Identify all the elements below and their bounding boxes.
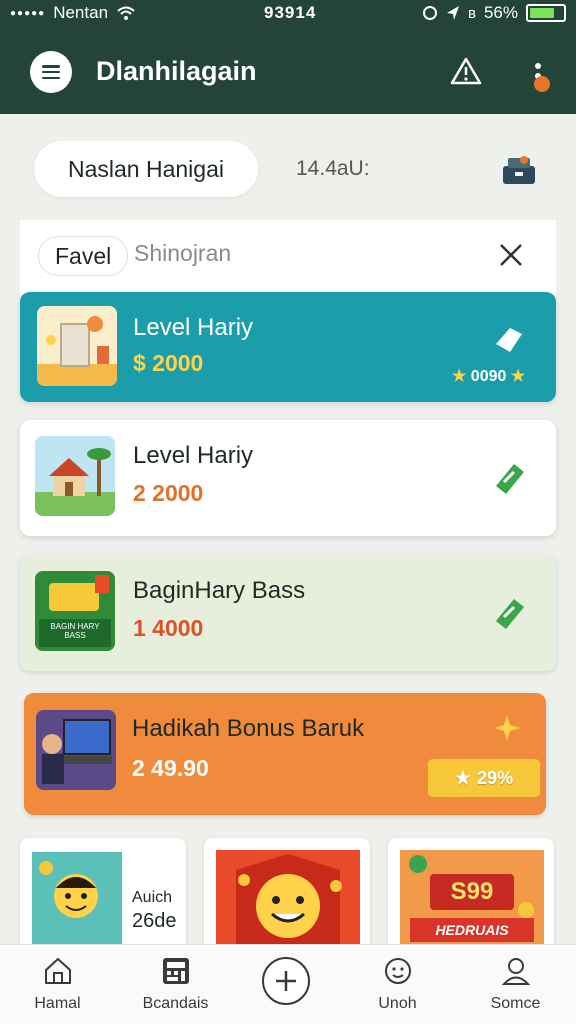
face-icon	[385, 958, 411, 984]
menu-button[interactable]	[30, 51, 72, 93]
nav-home[interactable]: Hamal	[0, 945, 115, 1024]
ticket-icon[interactable]	[490, 458, 530, 498]
card-thumbnail: BAGIN HARY BASS	[35, 571, 115, 651]
card-amount: 1 4000	[133, 615, 204, 641]
tag-icon[interactable]	[488, 320, 528, 360]
card-amount: $ 2000	[133, 350, 204, 376]
card-title: BaginHary Bass	[133, 577, 306, 604]
thumb-caption: BAGIN HARY BASS	[50, 622, 100, 640]
promo-tile-1[interactable]: Auich 26de	[20, 838, 186, 948]
reward-card-hadikah-bonus[interactable]: Hadikah Bonus Baruk 2 49.90 ★ 29%	[24, 693, 546, 815]
status-bar: ●●●●● Nentan 93914 ʙ 56%	[0, 0, 576, 28]
promo-line1: Auich	[132, 889, 173, 906]
card-amount: 2 49.90	[132, 755, 209, 781]
location-icon	[447, 6, 459, 20]
hamburger-icon	[42, 65, 60, 79]
nav-label: Hamal	[34, 995, 81, 1012]
tab-favel[interactable]: Favel	[38, 236, 129, 276]
promo-tile-3[interactable]: S99 HEDRUAIS	[388, 838, 554, 948]
carrier-label: Nentan	[53, 3, 109, 22]
nav-label: Somce	[490, 995, 541, 1012]
bonus-badge[interactable]: ★ 29%	[428, 759, 540, 797]
star-icon: ★	[510, 368, 526, 385]
promo-ribbon: HEDRUAIS	[410, 918, 534, 942]
reward-card-level-hariy[interactable]: Level Hariy $ 2000 ★ 0090 ★	[20, 292, 556, 402]
battery-icon	[526, 4, 566, 22]
sparkle-icon	[494, 715, 520, 741]
reward-card-baginhary-bass[interactable]: BAGIN HARY BASS BaginHary Bass 1 4000	[20, 555, 556, 671]
bluetooth-icon: ʙ	[468, 4, 476, 22]
bottom-navigation: Hamal Bcandais Unoh Somce	[0, 944, 576, 1024]
nav-profile[interactable]: Somce	[458, 945, 573, 1024]
promo-price: S99	[430, 874, 514, 910]
card-amount: 2 2000	[133, 480, 204, 506]
card-thumbnail	[36, 710, 116, 790]
notification-badge	[534, 76, 550, 92]
warning-icon[interactable]	[450, 56, 482, 86]
alarm-icon	[423, 6, 437, 20]
nav-label: Bcandais	[142, 995, 209, 1012]
filter-count: 14.4aU:	[296, 157, 370, 180]
app-bar: Dlanhilagain	[0, 28, 576, 114]
card-title: Level Hariy	[133, 314, 254, 341]
clock: 93914	[264, 3, 317, 22]
tab-shinojran[interactable]: Shinojran	[134, 240, 231, 267]
app-title: Dlanhilagain	[96, 56, 257, 86]
nav-unoh[interactable]: Unoh	[340, 945, 455, 1024]
signal-icon: ●●●●●	[10, 7, 46, 19]
promo-image	[216, 850, 360, 948]
home-icon	[45, 958, 71, 984]
nav-brands[interactable]: Bcandais	[118, 945, 233, 1024]
add-icon	[276, 971, 296, 991]
gift-icon[interactable]	[500, 152, 538, 186]
card-thumbnail	[37, 306, 117, 386]
star-icon: ★	[452, 368, 467, 385]
card-title: Level Hariy	[133, 442, 254, 469]
close-icon[interactable]	[496, 240, 526, 270]
add-button[interactable]	[262, 957, 310, 1005]
reward-card-level-hariy-2[interactable]: Level Hariy 2 2000	[20, 420, 556, 536]
battery-percent: 56%	[483, 3, 518, 22]
tab-bar: Favel Shinojran	[20, 220, 556, 294]
ticket-icon[interactable]	[490, 593, 530, 633]
wifi-icon	[117, 6, 135, 20]
calculator-icon	[163, 958, 189, 984]
star-icon: ★	[454, 767, 472, 788]
card-thumbnail	[35, 436, 115, 516]
promo-line2: 26de	[132, 910, 177, 932]
nav-label: Unoh	[378, 995, 417, 1012]
promo-image	[32, 852, 122, 948]
card-title: Hadikah Bonus Baruk	[132, 715, 365, 742]
user-icon	[501, 958, 531, 985]
promo-tile-2[interactable]	[204, 838, 370, 948]
card-rating: ★ 0090 ★	[452, 368, 526, 385]
filter-pill[interactable]: Naslan Hanigai	[34, 141, 258, 197]
